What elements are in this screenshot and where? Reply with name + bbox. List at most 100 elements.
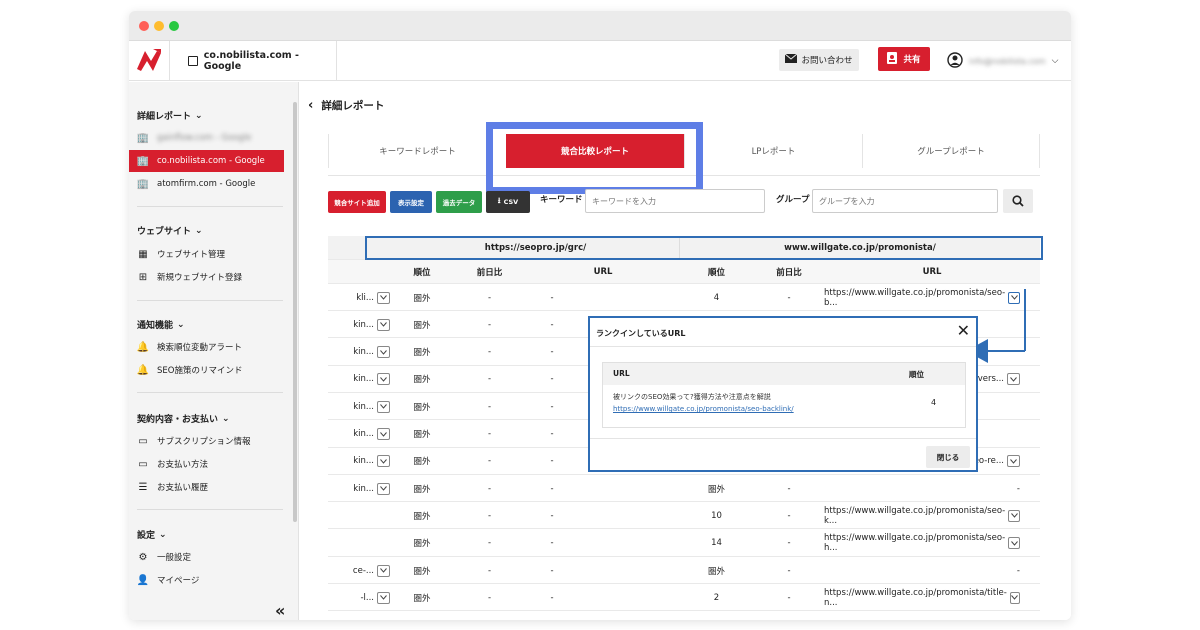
minimize-window-dot[interactable] [154,21,164,31]
add-competitor-button[interactable]: 競合サイト追加 [328,191,386,213]
dropdown-chevron-icon[interactable] [377,564,390,577]
sidebar-item-site-2[interactable]: 🏢 co.nobilista.com - Google [129,150,284,172]
cell-u1: - [527,612,577,620]
cell-p2: - [754,612,824,620]
cell-text: - [550,456,554,467]
sidebar-item-site-3[interactable]: 🏢 atomfirm.com - Google [129,173,284,195]
maximize-window-dot[interactable] [169,21,179,31]
tab-group-report[interactable]: グループレポート [862,134,1040,168]
sidebar-item-subscription[interactable]: ▭ サブスクリプション情報 [129,430,284,452]
dropdown-chevron-icon[interactable] [1008,291,1020,304]
sidebar-item-website-add[interactable]: ⊞ 新規ウェブサイト登録 [129,266,284,288]
collapse-sidebar-icon[interactable]: « [275,601,285,620]
cell-text: kin... [353,347,374,358]
sidebar-head-settings[interactable]: 設定 ⌄ [137,528,167,542]
cell-text: - [487,401,492,412]
tab-keyword-report[interactable]: キーワードレポート [328,134,506,168]
sidebar-item-payment-method[interactable]: ▭ お支払い方法 [129,453,284,475]
sidebar-item-website-manage[interactable]: ▦ ウェブサイト管理 [129,243,284,265]
cell-kw [328,612,390,620]
close-icon[interactable]: ✕ [957,322,970,340]
cell-u1: - [527,557,577,584]
cell-p2: - [754,502,824,529]
col-label: 順位 [707,268,725,278]
back-chevron-icon[interactable]: ‹ [308,98,313,113]
past-data-button[interactable]: 過去データ [436,191,482,213]
sidebar-head-notify[interactable]: 通知機能 ⌄ [137,318,185,332]
cell-text: 圏外 [413,348,431,359]
dropdown-chevron-icon[interactable] [1007,373,1020,386]
button-label: 過去データ [442,199,476,207]
keyword-input[interactable] [585,189,765,213]
dropdown-chevron-icon[interactable] [377,291,390,304]
column-header-row: 順位 前日比 URL 順位 前日比 URL [328,260,1040,284]
modal-close-button[interactable]: 閉じる [926,446,970,468]
tab-lp-report[interactable]: LPレポート [684,134,862,168]
app-logo[interactable] [129,41,169,81]
dropdown-chevron-icon[interactable] [377,346,390,359]
sidebar-head-reports[interactable]: 詳細レポート ⌄ [137,109,203,123]
sidebar-head-website[interactable]: ウェブサイト ⌄ [137,224,203,238]
share-button[interactable]: 共有 [878,47,930,71]
cell-p1: - [452,339,527,366]
cell-p2: - [754,475,824,502]
cell-p1: - [452,612,527,620]
sidebar-item-label: ウェブサイト管理 [157,250,226,260]
sidebar-divider [137,300,283,301]
cell-text: - [487,292,492,303]
cell-u1: - [527,448,577,475]
dropdown-chevron-icon[interactable] [1008,509,1020,522]
dropdown-chevron-icon[interactable] [377,373,390,386]
sidebar-item-site-1[interactable]: 🏢 gainflow.com - Google [129,127,284,149]
col-rank-1: 順位 [392,260,452,284]
dropdown-chevron-icon[interactable] [377,591,390,604]
sidebar-item-mypage[interactable]: 👤 マイページ [129,569,284,591]
site-selector[interactable]: co.nobilista.com - Google [169,41,337,81]
display-settings-button[interactable]: 表示設定 [390,191,432,213]
cell-text: https://www.willgate.co.jp/promonista/se… [824,505,1006,526]
dropdown-chevron-icon[interactable] [1009,591,1020,604]
account-menu[interactable]: info@nobilista.com ⌵ [947,50,1067,72]
cell-r2: 圏外 [679,612,754,620]
cell-u1: - [527,421,577,448]
modal-entry-title: 被リンクのSEO効果って?獲得方法や注意点を解説 [613,393,771,401]
gear-icon: ⚙ [138,551,148,563]
sidebar-item-seo-remind[interactable]: 🔔 SEO施策のリマインド [129,359,284,381]
search-button[interactable] [1003,189,1033,213]
sidebar-item-rank-alert[interactable]: 🔔 検索順位変動アラート [129,336,284,358]
chevron-down-icon: ⌵ [1051,56,1059,66]
cell-text: - [787,510,791,521]
csv-download-button[interactable]: ⭳ CSV [486,191,530,213]
sidebar-head-contract[interactable]: 契約内容・お支払い ⌄ [137,412,230,426]
dropdown-chevron-icon[interactable] [1008,537,1020,550]
tab-label: グループレポート [917,147,985,157]
cell-text: - [487,374,492,385]
sidebar-item-label: atomfirm.com - Google [157,179,256,189]
sidebar-item-label: SEO施策のリマインド [157,366,243,376]
close-window-dot[interactable] [139,21,149,31]
credit-card-icon: ▭ [138,458,148,470]
dropdown-chevron-icon[interactable] [377,400,390,413]
cell-text: - [487,538,492,549]
modal-entry-link[interactable]: https://www.willgate.co.jp/promonista/se… [613,405,794,413]
cell-text: 10 [711,510,722,521]
sidebar-item-general-settings[interactable]: ⚙ 一般設定 [129,546,284,568]
dropdown-chevron-icon[interactable] [377,482,390,495]
site-selector-label: co.nobilista.com - Google [203,50,299,72]
col-rank-2: 順位 [679,260,754,284]
user-circle-icon [947,52,963,70]
sidebar-scrollbar[interactable] [293,102,297,522]
cell-text: - [550,292,554,303]
group-input[interactable] [812,189,998,213]
dropdown-chevron-icon[interactable] [377,318,390,331]
dropdown-chevron-icon[interactable] [377,455,390,468]
cell-text: - [550,565,554,576]
cell-text: kin... [353,319,374,330]
cell-kw [328,502,390,529]
cell-kw: kin... [328,475,390,502]
dropdown-chevron-icon[interactable] [377,428,390,440]
sidebar-item-payment-history[interactable]: ☰ お支払い履歴 [129,476,284,498]
contact-button[interactable]: お問い合わせ [779,49,859,71]
cell-text: kin... [353,483,374,494]
dropdown-chevron-icon[interactable] [1007,455,1020,468]
